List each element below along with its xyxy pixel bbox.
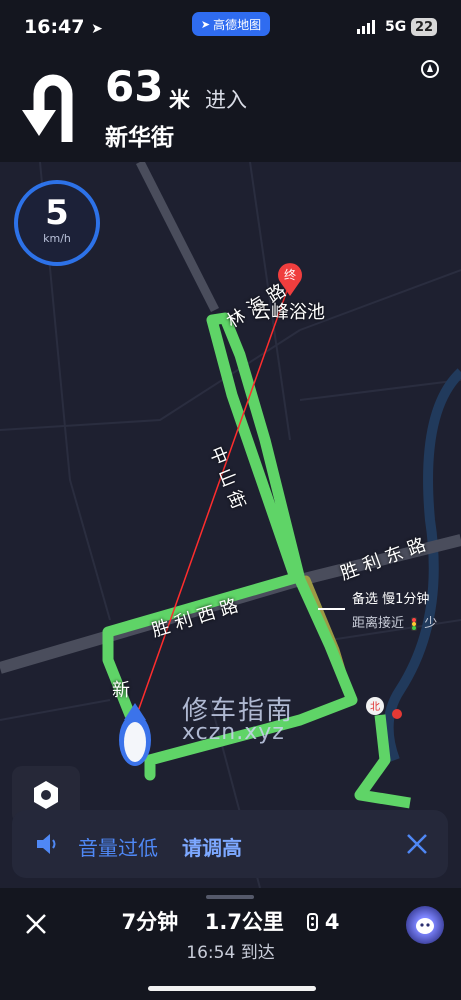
- alt-route-detail-text: 距离接近: [352, 616, 405, 631]
- destination-marker-label: 终: [284, 267, 296, 282]
- arrival-time: 16:54 到达: [186, 943, 275, 963]
- network-type: 5G: [385, 19, 407, 35]
- panel-drag-handle[interactable]: [206, 895, 254, 899]
- status-time: 16:47 ➤: [24, 16, 103, 38]
- turn-distance-unit: 米: [169, 88, 190, 112]
- signal-icon: [357, 20, 375, 34]
- volume-up-link[interactable]: 请调高: [182, 832, 242, 861]
- next-street: 新华街: [105, 125, 174, 151]
- battery-level: 22: [411, 18, 437, 36]
- remaining-distance: 1.7公里: [204, 910, 284, 934]
- watermark-url: xczn.xyz: [182, 720, 285, 745]
- app-return-pill[interactable]: ➤ 高德地图: [192, 12, 270, 36]
- compass-icon[interactable]: [421, 60, 439, 78]
- traffic-light-icon: [411, 616, 418, 631]
- map-label-xin: 新: [112, 680, 130, 701]
- assistant-avatar-icon: [416, 918, 434, 934]
- u-turn-left-icon: [22, 74, 73, 142]
- map-label-yunfeng-bath: 云峰浴池: [253, 302, 325, 323]
- location-arrow-icon: ➤: [91, 21, 103, 37]
- home-indicator[interactable]: [148, 986, 316, 991]
- speedometer: 5 km/h: [14, 180, 100, 266]
- speed-unit: km/h: [43, 232, 71, 245]
- alt-route-title[interactable]: 备选 慢1分钟: [352, 588, 429, 607]
- north-marker-label: 北: [370, 701, 380, 713]
- status-time-text: 16:47: [24, 16, 85, 38]
- traffic-light-count-icon: [306, 913, 318, 931]
- speed-value: 5: [45, 193, 69, 233]
- traffic-light-count: 4: [324, 910, 340, 934]
- route-summary[interactable]: 7分钟 1.7公里 4: [0, 906, 461, 936]
- gear-icon: [34, 781, 58, 809]
- speaker-icon: [37, 834, 56, 854]
- alt-route-tail: 少: [424, 616, 438, 631]
- turn-action: 进入: [205, 88, 247, 112]
- poi-dot: [392, 709, 402, 719]
- app-name: 高德地图: [213, 17, 262, 32]
- close-icon[interactable]: [405, 832, 429, 856]
- app-icon: ➤: [200, 17, 211, 31]
- turn-distance: 63: [105, 62, 164, 111]
- volume-notice-text: 音量过低: [78, 836, 158, 860]
- remaining-time: 7分钟: [121, 910, 179, 934]
- alt-route-detail[interactable]: 距离接近 少: [352, 612, 437, 631]
- voice-assistant-button[interactable]: [406, 906, 444, 944]
